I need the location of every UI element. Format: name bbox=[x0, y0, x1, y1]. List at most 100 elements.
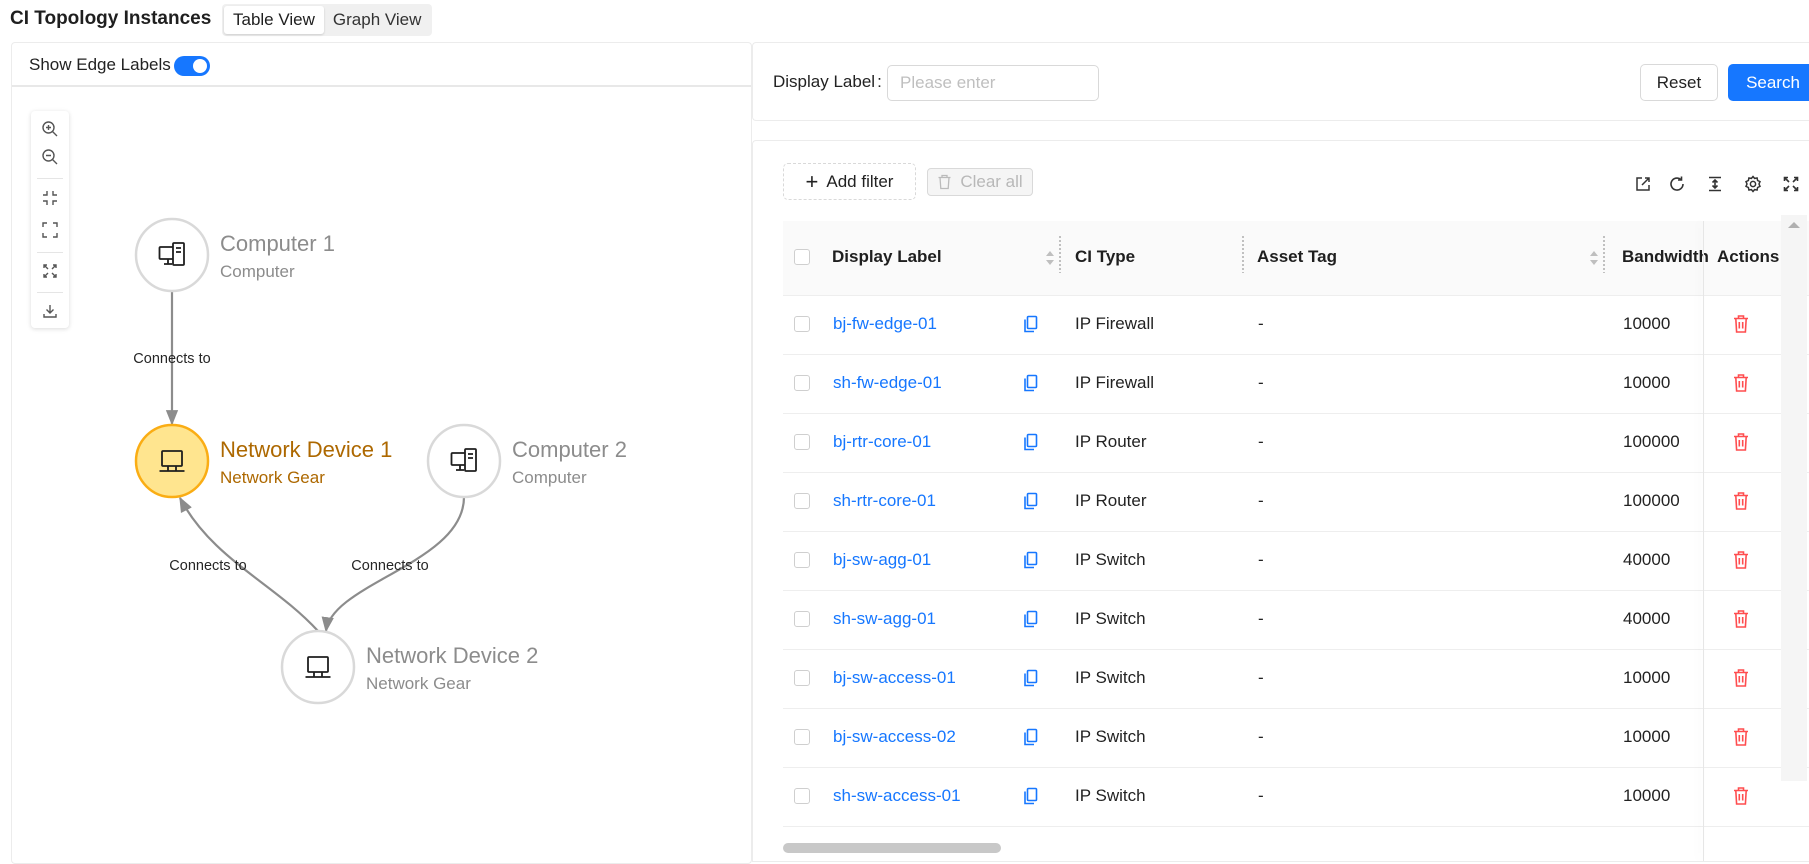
row-checkbox[interactable] bbox=[794, 434, 810, 450]
delete-icon[interactable] bbox=[1732, 550, 1750, 570]
reset-button[interactable]: Reset bbox=[1640, 64, 1718, 101]
ci-type-cell: IP Switch bbox=[1075, 609, 1146, 628]
refresh-icon[interactable] bbox=[1666, 173, 1688, 195]
row-checkbox[interactable] bbox=[794, 729, 810, 745]
node-network-device-2[interactable]: Network Device 2 Network Gear bbox=[280, 629, 538, 705]
copy-icon[interactable] bbox=[1023, 551, 1039, 569]
display-label-link[interactable]: bj-sw-access-02 bbox=[833, 727, 956, 747]
export-icon[interactable] bbox=[1632, 173, 1654, 195]
delete-icon[interactable] bbox=[1732, 432, 1750, 452]
table-row: sh-sw-agg-01 IP Switch - 40000 bbox=[783, 590, 1809, 650]
row-checkbox[interactable] bbox=[794, 788, 810, 804]
display-label-link[interactable]: sh-fw-edge-01 bbox=[833, 373, 942, 393]
column-header-ci-type[interactable]: CI Type bbox=[1075, 247, 1135, 267]
column-resizer[interactable] bbox=[1058, 235, 1062, 273]
display-label-link[interactable]: bj-sw-agg-01 bbox=[833, 550, 931, 570]
reset-layout-icon[interactable] bbox=[31, 256, 69, 286]
row-checkbox[interactable] bbox=[794, 552, 810, 568]
ci-type-cell: IP Firewall bbox=[1075, 314, 1155, 333]
display-label-input[interactable] bbox=[887, 65, 1099, 101]
node-title: Network Device 2 bbox=[366, 643, 538, 668]
horizontal-scrollbar[interactable] bbox=[783, 843, 1001, 853]
edge-label: Connects to bbox=[169, 558, 246, 574]
node-computer-1[interactable]: Computer 1 Computer bbox=[134, 217, 335, 293]
add-filter-button[interactable]: + Add filter bbox=[783, 163, 916, 200]
copy-icon[interactable] bbox=[1023, 787, 1039, 805]
delete-icon[interactable] bbox=[1732, 373, 1750, 393]
display-label-link[interactable]: sh-rtr-core-01 bbox=[833, 491, 936, 511]
copy-icon[interactable] bbox=[1023, 374, 1039, 392]
sort-icon[interactable] bbox=[1045, 249, 1055, 267]
vertical-scrollbar[interactable] bbox=[1781, 215, 1807, 781]
column-header-bandwidth[interactable]: Bandwidth bbox=[1622, 247, 1709, 267]
copy-icon[interactable] bbox=[1023, 728, 1039, 746]
column-resizer[interactable] bbox=[1241, 235, 1245, 273]
node-network-device-1[interactable]: Network Device 1 Network Gear bbox=[134, 423, 392, 499]
density-icon[interactable] bbox=[1704, 173, 1726, 195]
zoom-out-icon[interactable] bbox=[31, 142, 69, 172]
row-checkbox[interactable] bbox=[794, 670, 810, 686]
delete-icon[interactable] bbox=[1732, 609, 1750, 629]
select-all-checkbox[interactable] bbox=[794, 249, 810, 265]
download-icon[interactable] bbox=[31, 296, 69, 326]
table-row: sh-fw-edge-01 IP Firewall - 10000 bbox=[783, 354, 1809, 414]
trash-icon bbox=[938, 174, 951, 190]
node-subtitle: Network Gear bbox=[220, 468, 325, 487]
bandwidth-cell: 100000 bbox=[1623, 491, 1680, 510]
node-subtitle: Computer bbox=[512, 468, 587, 487]
table-row: bj-sw-access-01 IP Switch - 10000 bbox=[783, 649, 1809, 709]
tab-table-view[interactable]: Table View bbox=[224, 6, 324, 34]
row-checkbox[interactable] bbox=[794, 316, 810, 332]
fit-view-icon[interactable] bbox=[31, 183, 69, 213]
row-checkbox[interactable] bbox=[794, 493, 810, 509]
search-button[interactable]: Search bbox=[1728, 64, 1809, 101]
copy-icon[interactable] bbox=[1023, 492, 1039, 510]
table-row: sh-rtr-core-01 IP Router - 100000 bbox=[783, 472, 1809, 532]
delete-icon[interactable] bbox=[1732, 786, 1750, 806]
column-header-asset-tag[interactable]: Asset Tag bbox=[1257, 247, 1337, 267]
column-resizer[interactable] bbox=[1602, 235, 1606, 273]
bandwidth-cell: 10000 bbox=[1623, 373, 1671, 392]
search-form: Display Label: Reset Search bbox=[752, 42, 1809, 121]
delete-icon[interactable] bbox=[1732, 314, 1750, 334]
tab-graph-view[interactable]: Graph View bbox=[324, 6, 431, 34]
sort-icon[interactable] bbox=[1589, 249, 1599, 267]
display-label-link[interactable]: bj-fw-edge-01 bbox=[833, 314, 937, 334]
bandwidth-cell: 40000 bbox=[1623, 609, 1671, 628]
row-checkbox[interactable] bbox=[794, 375, 810, 391]
zoom-in-icon[interactable] bbox=[31, 114, 69, 144]
row-checkbox[interactable] bbox=[794, 611, 810, 627]
bandwidth-cell: 10000 bbox=[1623, 786, 1671, 805]
settings-icon[interactable] bbox=[1742, 173, 1764, 195]
display-label-link[interactable]: sh-sw-agg-01 bbox=[833, 609, 936, 629]
edge-label: Connects to bbox=[133, 351, 210, 367]
delete-icon[interactable] bbox=[1732, 491, 1750, 511]
copy-icon[interactable] bbox=[1023, 610, 1039, 628]
table-fullscreen-icon[interactable] bbox=[1780, 173, 1802, 195]
ci-type-cell: IP Switch bbox=[1075, 668, 1146, 687]
delete-icon[interactable] bbox=[1732, 727, 1750, 747]
clear-all-button[interactable]: Clear all bbox=[927, 168, 1033, 196]
ci-type-cell: IP Router bbox=[1075, 432, 1147, 451]
column-header-display-label[interactable]: Display Label bbox=[832, 247, 942, 267]
fullscreen-icon[interactable] bbox=[31, 215, 69, 245]
display-label-link[interactable]: bj-rtr-core-01 bbox=[833, 432, 931, 452]
asset-tag-cell: - bbox=[1258, 314, 1264, 333]
copy-icon[interactable] bbox=[1023, 315, 1039, 333]
node-computer-2[interactable]: Computer 2 Computer bbox=[426, 423, 627, 499]
asset-tag-cell: - bbox=[1258, 609, 1264, 628]
bandwidth-cell: 100000 bbox=[1623, 432, 1680, 451]
copy-icon[interactable] bbox=[1023, 433, 1039, 451]
scroll-up-icon[interactable] bbox=[1781, 215, 1807, 233]
table-row: bj-sw-access-02 IP Switch - 10000 bbox=[783, 708, 1809, 768]
display-label-link[interactable]: sh-sw-access-01 bbox=[833, 786, 961, 806]
edge-label: Connects to bbox=[351, 558, 428, 574]
node-title: Network Device 1 bbox=[220, 437, 392, 462]
display-label-link[interactable]: bj-sw-access-01 bbox=[833, 668, 956, 688]
table-card: + Add filter Clear all Display Label CI … bbox=[752, 140, 1809, 862]
copy-icon[interactable] bbox=[1023, 669, 1039, 687]
delete-icon[interactable] bbox=[1732, 668, 1750, 688]
topology-graph[interactable]: Connects to Connects to Connects to Compute… bbox=[12, 43, 751, 858]
zoom-toolbar bbox=[31, 111, 69, 328]
ci-type-cell: IP Switch bbox=[1075, 550, 1146, 569]
